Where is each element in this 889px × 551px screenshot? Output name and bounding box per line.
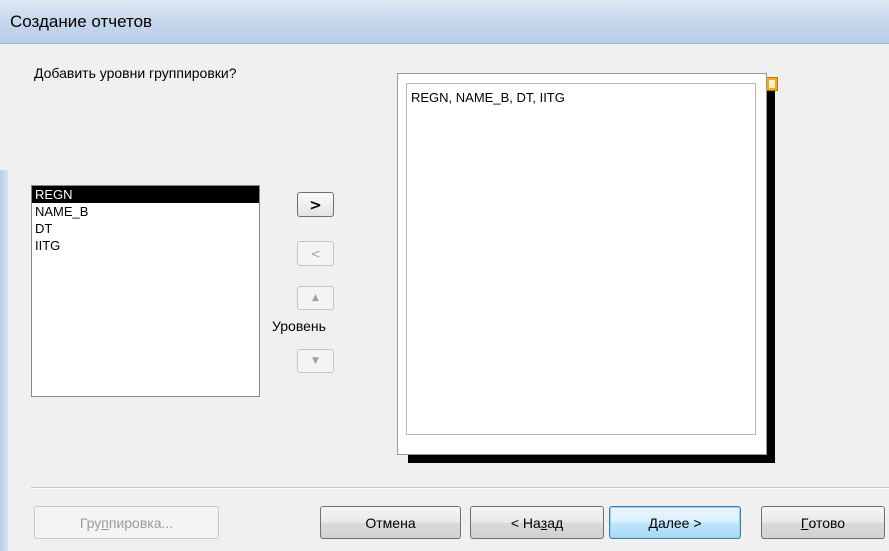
button-label: Гру: [79, 514, 102, 531]
accelerator-key: п: [101, 514, 109, 531]
next-button[interactable]: Далее >: [609, 506, 741, 539]
list-item[interactable]: REGN: [32, 186, 259, 203]
window-title: Создание отчетов: [10, 12, 153, 31]
grouping-preview: REGN, NAME_B, DT, IITG: [397, 73, 767, 455]
list-item[interactable]: IITG: [32, 237, 259, 254]
level-label: Уровень: [272, 318, 326, 334]
available-fields-list[interactable]: REGN NAME_B DT IITG: [31, 185, 260, 397]
accelerator-key: Г: [800, 514, 809, 531]
arrow-up-icon: ▲: [312, 293, 319, 303]
button-label: ад: [547, 514, 564, 531]
priority-down-button[interactable]: ▼: [297, 349, 334, 373]
button-label: отово: [808, 514, 846, 531]
accelerator-key: Д: [648, 514, 658, 531]
grouping-options-button[interactable]: Гру п пировка...: [34, 506, 219, 539]
button-label: < На: [510, 514, 541, 531]
finish-button[interactable]: Готово: [761, 506, 885, 539]
window-frame-edge: [0, 170, 8, 551]
preview-fields-text: REGN, NAME_B, DT, IITG: [411, 90, 565, 105]
button-label: пировка...: [108, 514, 174, 531]
preview-frame: REGN, NAME_B, DT, IITG: [406, 83, 756, 435]
button-label: Отмена: [365, 514, 416, 531]
back-button[interactable]: < На з ад: [470, 506, 604, 539]
add-level-button[interactable]: >: [297, 192, 334, 217]
cancel-button[interactable]: Отмена: [320, 506, 461, 539]
title-bar: Создание отчетов: [0, 0, 889, 44]
list-item[interactable]: DT: [32, 220, 259, 237]
grouping-prompt: Добавить уровни группировки?: [34, 65, 237, 81]
remove-level-button[interactable]: <: [297, 241, 334, 266]
arrow-down-icon: ▼: [312, 356, 319, 366]
priority-up-button[interactable]: ▲: [297, 286, 334, 310]
list-item[interactable]: NAME_B: [32, 203, 259, 220]
footer-separator: [31, 487, 889, 489]
button-label: алее >: [657, 514, 702, 531]
